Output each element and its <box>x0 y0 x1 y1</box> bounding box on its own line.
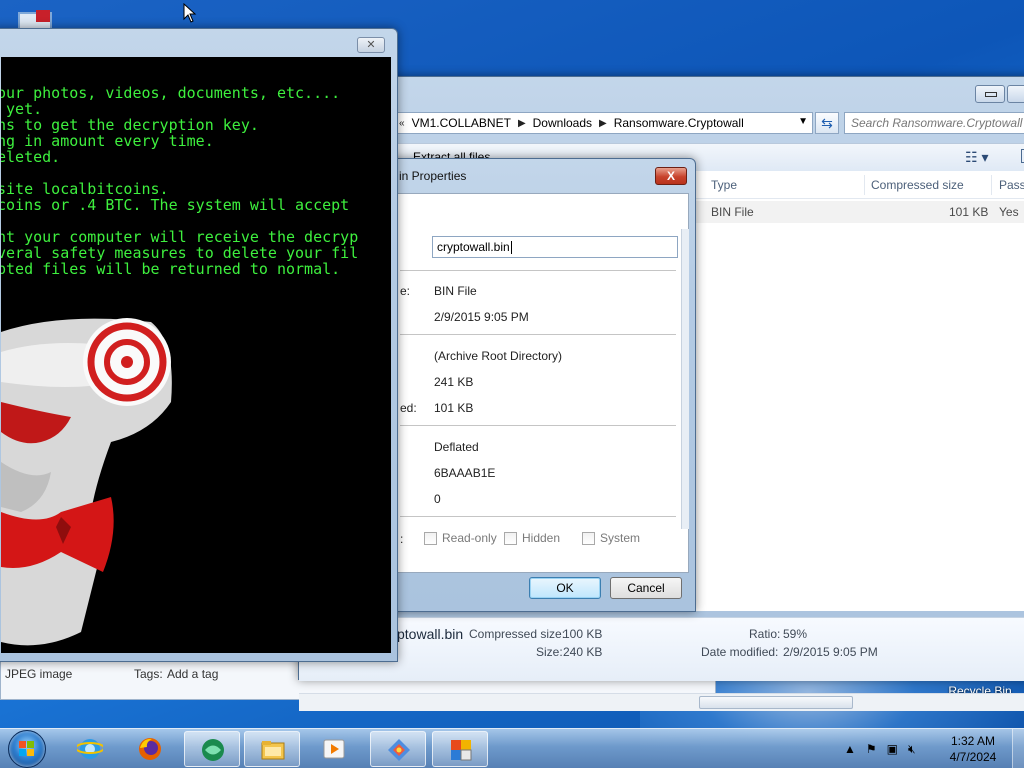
system-clock[interactable]: 1:32 AM 4/7/2024 <box>940 733 1006 765</box>
details-modified-value: 2/9/2015 9:05 PM <box>783 645 878 659</box>
search-input[interactable]: Search Ransomware.Cryptowall <box>844 112 1024 134</box>
details-ratio-label: Ratio: <box>749 627 781 641</box>
paint-app-icon <box>388 739 410 761</box>
taskbar-firefox[interactable] <box>122 731 178 767</box>
breadcrumb-folder[interactable]: Ransomware.Cryptowall <box>610 116 748 130</box>
column-password[interactable]: Passw <box>999 178 1024 192</box>
text-caret <box>510 241 512 255</box>
modified-value: 2/9/2015 9:05 PM <box>434 310 529 324</box>
file-name-value: cryptowall.bin <box>437 240 510 254</box>
show-hidden-icons-icon[interactable]: ▲ <box>844 742 856 756</box>
breadcrumb-arrow-icon[interactable]: ▶ <box>596 118 610 129</box>
scrollbar-thumb[interactable] <box>699 696 853 709</box>
taskbar: ▲ ⚑ ▣ 🔇︎ 1:32 AM 4/7/2024 <box>0 728 1024 768</box>
file-type-text: JPEG image <box>5 667 73 681</box>
add-tag-link[interactable]: Add a tag <box>167 667 218 681</box>
dialog-scrollbar[interactable] <box>681 229 689 529</box>
row-password: Yes <box>999 205 1019 219</box>
internet-explorer-icon <box>77 739 103 759</box>
packed-size-label: ed: <box>400 401 417 415</box>
file-name-field[interactable]: cryptowall.bin <box>432 236 678 258</box>
details-compressed-label: Compressed size: <box>469 627 566 641</box>
start-button[interactable] <box>8 730 46 768</box>
taskbar-file-explorer[interactable] <box>244 731 300 767</box>
refresh-button[interactable]: ⇆ <box>815 112 839 134</box>
column-type[interactable]: Type <box>711 178 737 192</box>
network-icon[interactable]: ▣ <box>887 742 898 756</box>
ransom-note-window[interactable]: ✕ our photos, videos, documents, etc....… <box>0 28 398 662</box>
details-ratio-value: 59% <box>783 627 808 641</box>
system-tray: ▲ ⚑ ▣ 🔇︎ <box>844 739 926 759</box>
address-bar[interactable]: « VM1.COLLABNET ▶ Downloads ▶ Ransomware… <box>395 112 813 134</box>
clock-date: 4/7/2024 <box>949 750 997 764</box>
column-compressed-size[interactable]: Compressed size <box>871 178 964 192</box>
ransom-note-text: our photos, videos, documents, etc.... y… <box>1 84 359 278</box>
system-checkbox[interactable]: System <box>582 531 640 545</box>
jigsaw-puppet-image <box>1 318 172 646</box>
clock-time: 1:32 AM <box>950 734 996 748</box>
breadcrumb-arrow-icon[interactable]: ▶ <box>515 118 529 129</box>
folder-icon <box>261 741 285 760</box>
details-compressed-value: 100 KB <box>563 627 603 641</box>
size-value: 241 KB <box>434 375 474 389</box>
breadcrumb-downloads[interactable]: Downloads <box>529 116 596 130</box>
cancel-button[interactable]: Cancel <box>610 577 682 599</box>
properties-body: cryptowall.bin e: BIN File 2/9/2015 9:05… <box>391 193 689 573</box>
close-window-button[interactable] <box>1007 85 1024 103</box>
details-pane: ptowall.bin Compressed size: 100 KB Size… <box>299 617 1024 681</box>
taskbar-network-app[interactable] <box>184 731 240 767</box>
crc-value: 6BAAAB1E <box>434 466 496 480</box>
restore-button[interactable] <box>975 85 1005 103</box>
location-value: (Archive Root Directory) <box>434 349 563 363</box>
ok-button[interactable]: OK <box>529 577 601 599</box>
index-value: 0 <box>434 492 441 506</box>
windows-logo-icon <box>19 741 35 757</box>
read-only-checkbox[interactable]: Read-only <box>424 531 497 545</box>
taskbar-internet-explorer[interactable] <box>62 731 118 767</box>
details-size-label: Size: <box>536 645 563 659</box>
address-dropdown-icon[interactable]: ▼ <box>798 116 808 127</box>
window-controls <box>973 85 1024 105</box>
details-modified-label: Date modified: <box>701 645 779 659</box>
action-center-flag-icon[interactable]: ⚑ <box>866 742 877 756</box>
details-file-name: ptowall.bin <box>397 626 464 642</box>
details-size-value: 240 KB <box>563 645 603 659</box>
taskbar-office-app[interactable] <box>432 731 488 767</box>
firefox-icon <box>139 738 161 760</box>
hidden-checkbox[interactable]: Hidden <box>504 531 560 545</box>
packed-size-value: 101 KB <box>434 401 474 415</box>
tags-label: Tags: <box>134 667 163 681</box>
taskbar-paint-app[interactable] <box>370 731 426 767</box>
close-window-button[interactable]: ✕ <box>357 37 385 53</box>
type-value: BIN File <box>434 284 477 298</box>
change-view-icon[interactable]: ☷ ▾ <box>965 149 988 166</box>
taskbar-media-player[interactable] <box>306 731 362 767</box>
breadcrumb-computer[interactable]: VM1.COLLABNET <box>408 116 515 130</box>
ransom-note-screen: our photos, videos, documents, etc.... y… <box>1 57 391 653</box>
volume-muted-icon[interactable]: 🔇︎ <box>908 742 916 757</box>
close-dialog-button[interactable]: X <box>655 167 687 185</box>
office-app-icon <box>451 740 472 761</box>
network-app-icon <box>202 739 224 761</box>
row-type: BIN File <box>711 205 754 219</box>
properties-dialog[interactable]: in Properties X cryptowall.bin e: BIN Fi… <box>382 158 696 612</box>
method-value: Deflated <box>434 440 479 454</box>
horizontal-scrollbar[interactable] <box>299 693 1024 711</box>
show-desktop-button[interactable] <box>1012 729 1024 768</box>
row-compressed-size: 101 KB <box>949 205 989 219</box>
media-player-icon <box>323 739 345 759</box>
type-label: e: <box>400 284 411 298</box>
dialog-title: in Properties <box>399 169 467 183</box>
mouse-cursor-icon <box>183 3 197 23</box>
